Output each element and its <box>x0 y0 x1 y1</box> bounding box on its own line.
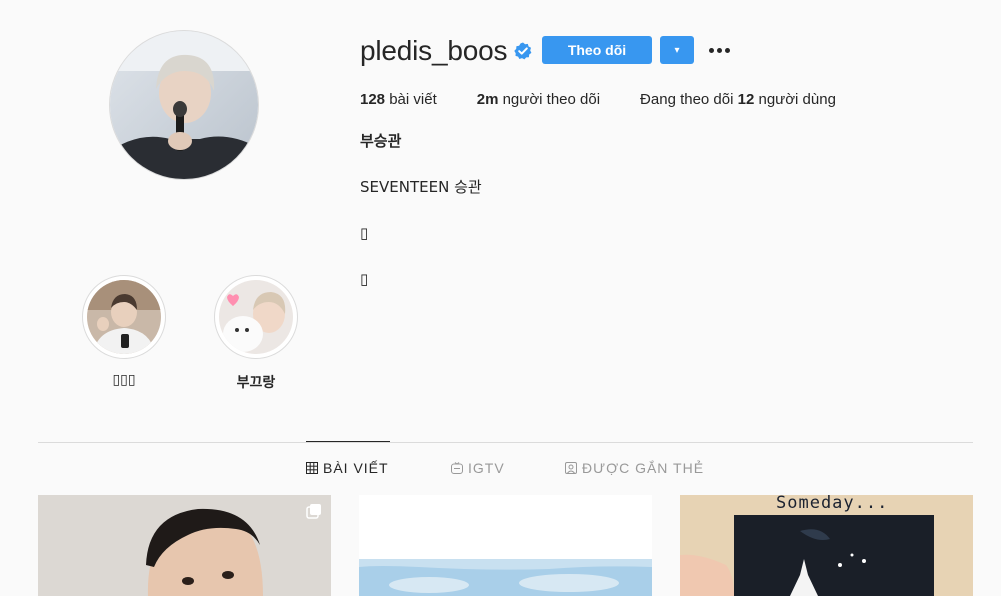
followers-label: người theo dõi <box>502 91 601 108</box>
multi-post-icon <box>306 503 322 519</box>
highlight-label: ▯▯▯ <box>112 372 136 388</box>
following-label: người dùng <box>758 91 836 108</box>
post-thumbnail[interactable] <box>359 495 652 596</box>
posts-stat: 128 bài viết <box>360 90 437 110</box>
grid-icon <box>306 462 318 474</box>
username-row: pledis_boos <box>360 36 532 66</box>
following-count: 12 <box>737 91 755 108</box>
highlight-cover[interactable] <box>214 275 298 359</box>
story-highlight[interactable]: 부끄랑 <box>212 275 300 392</box>
highlight-label: 부끄랑 <box>236 375 276 391</box>
following-stat[interactable]: Đang theo dõi 12 người dùng <box>640 90 836 110</box>
tagged-icon <box>565 462 577 474</box>
posts-label: bài viết <box>389 91 437 108</box>
bio-line: ▯ <box>360 224 369 242</box>
bio: SEVENTEEN 승관 ▯ ▯ <box>360 154 482 314</box>
following-prefix: Đang theo dõi <box>640 91 734 108</box>
full-name: 부승관 <box>360 132 402 150</box>
highlight-cover[interactable] <box>82 275 166 359</box>
username: pledis_boos <box>360 35 508 66</box>
more-options-icon[interactable] <box>706 38 732 62</box>
tabs-divider <box>38 442 973 443</box>
active-tab-indicator <box>306 441 390 442</box>
tab-igtv[interactable]: IGTV <box>451 460 505 476</box>
post-thumbnail[interactable] <box>38 495 331 596</box>
profile-avatar[interactable] <box>109 30 259 180</box>
suggested-dropdown-button[interactable]: ▾ <box>660 36 694 64</box>
tab-tagged[interactable]: ĐƯỢC GẮN THẺ <box>565 460 704 476</box>
follow-button[interactable]: Theo dõi <box>542 36 652 64</box>
tab-igtv-label: IGTV <box>468 460 505 476</box>
verified-badge-icon <box>514 42 532 60</box>
tab-posts[interactable]: BÀI VIẾT <box>306 460 389 476</box>
bio-line: ▯ <box>360 270 369 288</box>
post-thumbnail[interactable]: Someday... <box>680 495 973 596</box>
story-highlight[interactable]: ▯▯▯ <box>80 275 168 388</box>
post-caption: Someday... <box>776 495 889 513</box>
igtv-icon <box>451 462 463 474</box>
profile-stats: 128 bài viết 2m người theo dõi Đang theo… <box>360 90 876 110</box>
tab-posts-label: BÀI VIẾT <box>323 460 389 476</box>
followers-stat[interactable]: 2m người theo dõi <box>477 90 600 110</box>
followers-count: 2m <box>476 91 499 108</box>
posts-count: 128 <box>360 91 386 108</box>
tab-tagged-label: ĐƯỢC GẮN THẺ <box>582 460 705 476</box>
bio-line: SEVENTEEN 승관 <box>360 178 482 196</box>
